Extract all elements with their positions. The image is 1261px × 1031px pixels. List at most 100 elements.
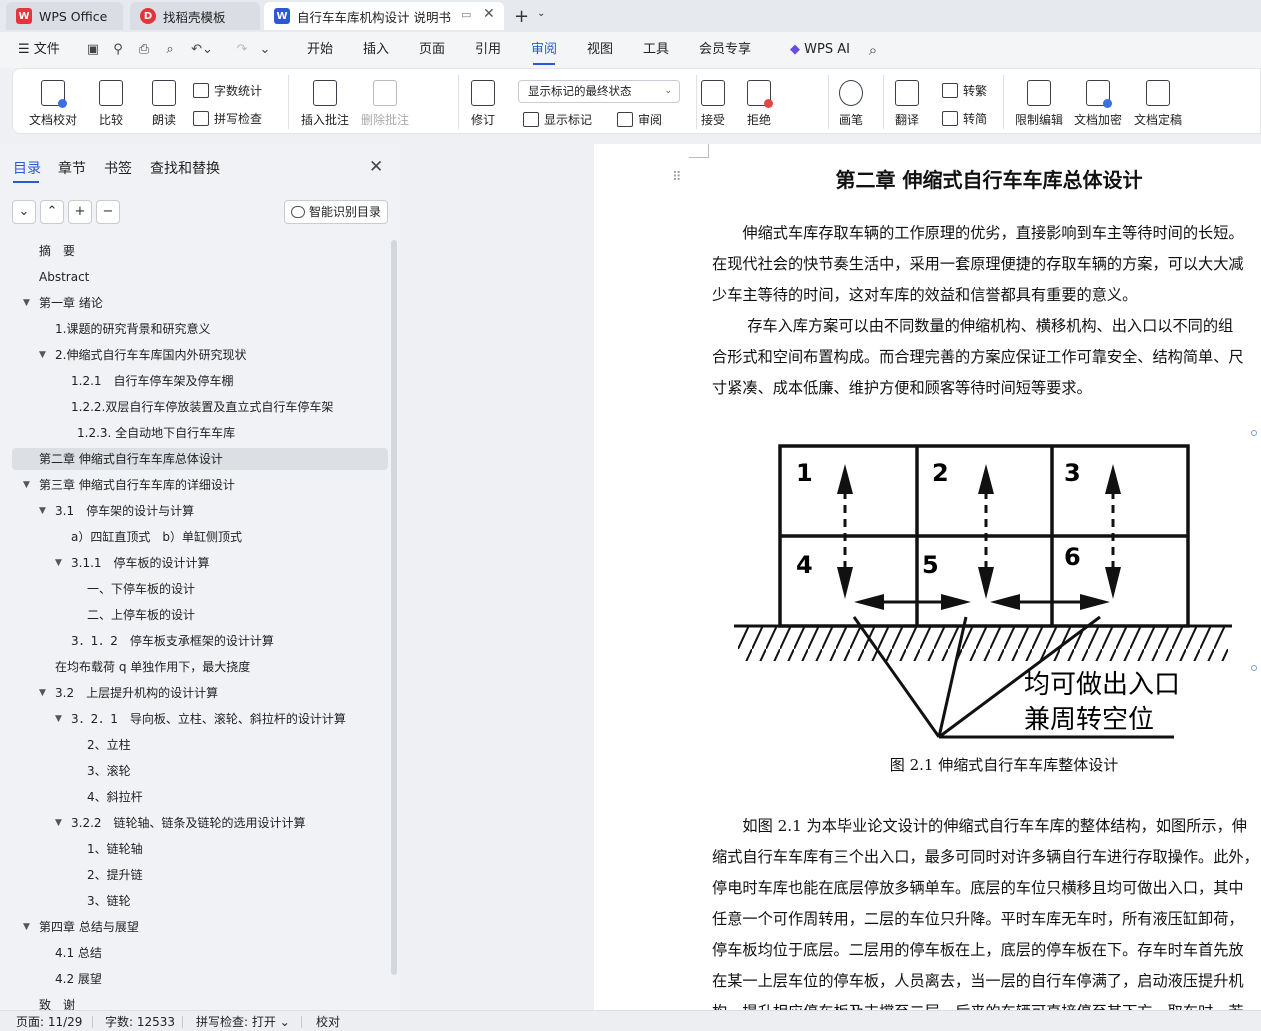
redo-icon[interactable]: ↷ [230, 42, 254, 58]
menu-start[interactable]: 开始 [307, 32, 333, 68]
expand-arrow-icon[interactable]: ▼ [55, 552, 62, 574]
expand-arrow-icon[interactable]: ▼ [23, 292, 30, 314]
toc-scrollbar[interactable] [391, 240, 397, 975]
file-menu[interactable]: ☰ 文件 [18, 32, 60, 68]
toc-item[interactable]: ▼ 3.1 停车架的设计与计算 [12, 500, 388, 522]
document-page[interactable]: ⠿ 第二章 伸缩式自行车车库总体设计 伸缩式车库存取车辆的工作原理的优劣，直接影… [594, 144, 1261, 1010]
toc-item[interactable]: 1.2.3. 全自动地下自行车车库 [12, 422, 388, 444]
toc-item[interactable]: 1.2.1 自行车停车架及停车棚 [12, 370, 388, 392]
toc-item[interactable]: ▼ 3.1.1 停车板的设计计算 [12, 552, 388, 574]
toc-item[interactable]: 1.2.2.双层自行车停放装置及直立式自行车停车架 [12, 396, 388, 418]
expand-arrow-icon[interactable]: ▼ [55, 708, 62, 730]
toc-item[interactable]: Abstract [12, 266, 388, 288]
translate-button[interactable]: 翻译 [895, 80, 919, 128]
toc-item[interactable]: 一、下停车板的设计 [12, 578, 388, 600]
new-tab-plus-icon[interactable]: + [514, 6, 529, 27]
toc-item[interactable]: 4、斜拉杆 [12, 786, 388, 808]
add-heading-button[interactable]: + [68, 200, 92, 224]
link-icon[interactable]: ⚲ [110, 42, 126, 58]
chevron-down-icon[interactable]: ⌄ [537, 8, 545, 19]
expand-arrow-icon[interactable]: ▼ [39, 500, 46, 522]
spell-check-status[interactable]: 拼写检查: 打开 ⌄ [196, 1013, 290, 1030]
doc-proofread-button[interactable]: 文档校对 [29, 80, 77, 128]
toc-item[interactable]: 第二章 伸缩式自行车车库总体设计 [12, 448, 388, 470]
close-tab-icon[interactable]: ✕ [483, 6, 495, 22]
toc-item[interactable]: 4.1 总结 [12, 942, 388, 964]
toc-item[interactable]: 3、链轮 [12, 890, 388, 912]
print-preview-icon[interactable]: ⌕ [162, 42, 178, 58]
toc-item[interactable]: ▼ 3．2．1 导向板、立柱、滚轮、斜拉杆的设计计算 [12, 708, 388, 730]
toc-item[interactable]: 3．1．2 停车板支承框架的设计计算 [12, 630, 388, 652]
insert-comment-button[interactable]: 插入批注 [301, 80, 349, 128]
word-count-indicator[interactable]: 字数: 12533 [105, 1013, 175, 1030]
menu-view[interactable]: 视图 [587, 32, 613, 68]
finalize-button[interactable]: 文档定稿 [1134, 80, 1182, 128]
toc-item[interactable]: 4.2 展望 [12, 968, 388, 990]
reject-button[interactable]: 拒绝 [747, 80, 773, 128]
toc-item[interactable]: ▼ 3.2.2 链轮轴、链条及链轮的选用设计计算 [12, 812, 388, 834]
markup-state-select[interactable]: 显示标记的最终状态 ⌄ [518, 80, 680, 103]
review-pane-button[interactable]: 审阅 [617, 111, 662, 128]
show-markup-button[interactable]: 显示标记 [523, 111, 592, 128]
toc-item[interactable]: 1、链轮轴 [12, 838, 388, 860]
word-count-button[interactable]: 字数统计 [193, 82, 262, 99]
tab-docer[interactable]: D 找稻壳模板 [130, 2, 260, 30]
page-indicator[interactable]: 页面: 11/29 [16, 1013, 82, 1030]
toc-item[interactable]: ▼ 第三章 伸缩式自行车车库的详细设计 [12, 474, 388, 496]
toc-item[interactable]: ▼ 第四章 总结与展望 [12, 916, 388, 938]
expand-arrow-icon[interactable]: ▼ [55, 812, 62, 834]
pen-button[interactable]: 画笔 [839, 80, 863, 128]
accept-button[interactable]: 接受 [701, 80, 725, 128]
toc-item[interactable]: 1.课题的研究背景和研究意义 [12, 318, 388, 340]
expand-arrow-icon[interactable]: ▼ [39, 682, 46, 704]
restrict-edit-button[interactable]: 限制编辑 [1015, 80, 1063, 128]
tab-document[interactable]: W 自行车车库机构设计 说明书（ ▭ ✕ [264, 2, 504, 30]
garage-figure[interactable]: 1 2 3 4 5 6 均可做出入口 兼周转空位 [724, 439, 1234, 744]
toc-item[interactable]: ▼ 第一章 绪论 [12, 292, 388, 314]
resize-handle[interactable] [1251, 665, 1257, 671]
toc-item[interactable]: 二、上停车板的设计 [12, 604, 388, 626]
smart-toc-button[interactable]: 智能识别目录 [284, 200, 388, 224]
track-changes-button[interactable]: 修订 [471, 80, 495, 128]
spell-check-button[interactable]: 拼写检查 [193, 110, 262, 127]
close-icon[interactable]: ✕ [369, 157, 383, 177]
toc-item[interactable]: ▼ 3.2 上层提升机构的设计计算 [12, 682, 388, 704]
remove-heading-button[interactable]: − [96, 200, 120, 224]
compare-button[interactable]: 比较 [99, 80, 123, 128]
menu-tools[interactable]: 工具 [643, 32, 669, 68]
toc-item[interactable]: a）四缸直顶式 b）单缸侧顶式 [12, 526, 388, 548]
expand-arrow-icon[interactable]: ▼ [23, 916, 30, 938]
toc-item[interactable]: 3、滚轮 [12, 760, 388, 782]
proofread-status[interactable]: 校对 [316, 1013, 340, 1030]
search-icon[interactable]: ⌕ [865, 42, 881, 58]
toc-item[interactable]: 摘 要 [12, 240, 388, 262]
menu-member[interactable]: 会员专享 [699, 32, 751, 68]
tab-sections[interactable]: 章节 [58, 158, 86, 178]
expand-arrow-icon[interactable]: ▼ [39, 344, 46, 366]
toc-item[interactable]: 在均布载荷 q 单独作用下，最大挠度 [12, 656, 388, 678]
to-simplified-button[interactable]: 转简 [942, 110, 987, 127]
collapse-all-button[interactable]: ⌄ [12, 200, 36, 224]
tab-wps-office[interactable]: W WPS Office [6, 2, 123, 30]
expand-arrow-icon[interactable]: ▼ [23, 474, 30, 496]
tab-find-replace[interactable]: 查找和替换 [150, 158, 220, 178]
tab-bookmarks[interactable]: 书签 [104, 158, 132, 178]
menu-page[interactable]: 页面 [419, 32, 445, 68]
level-up-button[interactable]: ⌃ [40, 200, 64, 224]
menu-insert[interactable]: 插入 [363, 32, 389, 68]
menu-reference[interactable]: 引用 [475, 32, 501, 68]
print-icon[interactable]: ⎙ [136, 42, 152, 58]
toc-item[interactable]: 2、提升链 [12, 864, 388, 886]
to-traditional-button[interactable]: 转繁 [942, 82, 987, 99]
toc-item[interactable]: ▼ 2.伸缩式自行车车库国内外研究现状 [12, 344, 388, 366]
wps-ai-button[interactable]: ◆ WPS AI [790, 32, 850, 68]
read-aloud-button[interactable]: 朗读 [152, 80, 176, 128]
toc-item[interactable]: 致 谢 [12, 994, 388, 1010]
delete-comment-button[interactable]: 删除批注 [361, 80, 409, 128]
toc-item[interactable]: 2、立柱 [12, 734, 388, 756]
undo-icon[interactable]: ↶⌄ [190, 42, 214, 58]
encrypt-button[interactable]: 文档加密 [1074, 80, 1122, 128]
save-icon[interactable]: ▣ [85, 42, 101, 58]
menu-review[interactable]: 审阅 [531, 32, 557, 68]
tab-toc[interactable]: 目录 [13, 158, 41, 178]
